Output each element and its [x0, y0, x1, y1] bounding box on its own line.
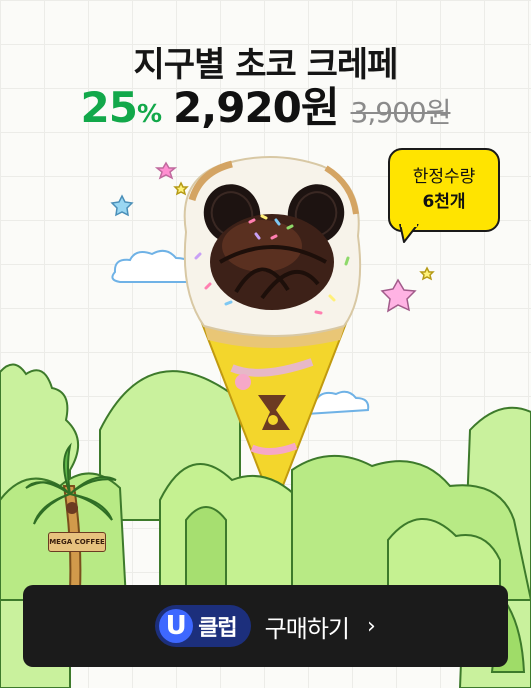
- brand-logo-text: MEGA COFFEE: [49, 538, 105, 546]
- uclub-logo: U 클럽: [155, 605, 251, 647]
- cloud-left: [111, 249, 197, 283]
- buy-button[interactable]: U 클럽 구매하기 ›: [23, 585, 508, 667]
- badge-tail-icon: [399, 224, 419, 243]
- buy-label: 구매하기: [264, 614, 350, 643]
- promo-page: { "product": { "title": "지구별 초코 크레페", "d…: [0, 0, 531, 688]
- chevron-right-icon: ›: [367, 613, 376, 639]
- badge-line2: 6천개: [422, 192, 466, 212]
- chocolate-scoop: [210, 214, 334, 310]
- uclub-label: 클럽: [198, 616, 237, 641]
- u-icon: U: [159, 609, 194, 643]
- limited-quantity-badge: 한정수량 6천개: [388, 148, 500, 232]
- badge-line1: 한정수량: [412, 167, 476, 187]
- brand-sign: MEGA COFFEE: [48, 532, 106, 552]
